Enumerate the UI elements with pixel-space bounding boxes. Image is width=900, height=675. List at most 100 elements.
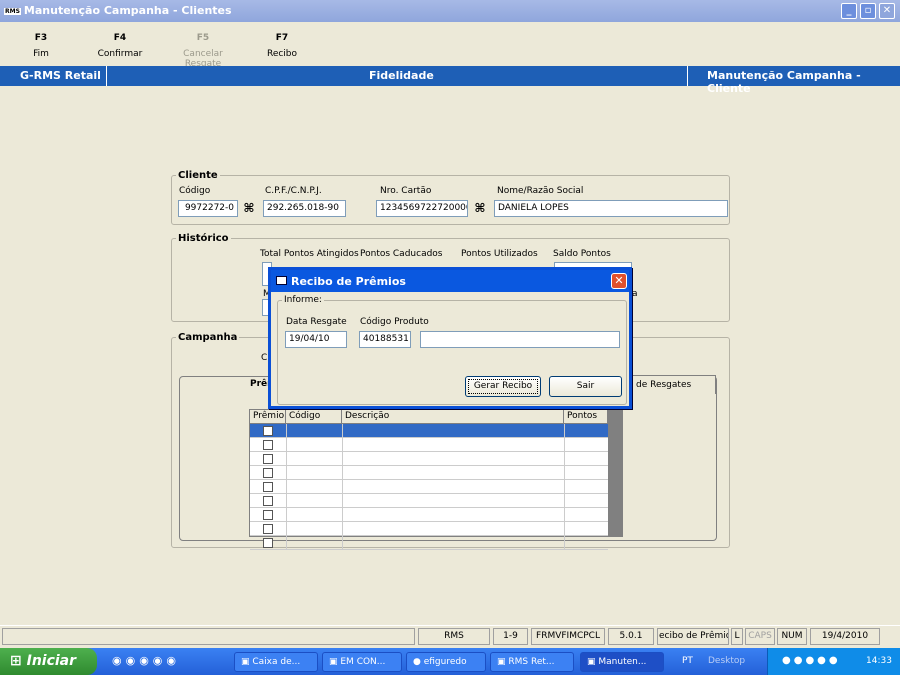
- desktop-toolbar[interactable]: Desktop: [708, 656, 745, 666]
- task-em-con[interactable]: ▣ EM CON...: [322, 652, 402, 672]
- premios-grid[interactable]: Prêmio Código Descrição Pontos: [249, 409, 623, 550]
- status-date: 19/4/2010: [810, 628, 880, 645]
- table-row[interactable]: [250, 480, 608, 494]
- col-descricao: Descrição: [342, 410, 564, 424]
- cpf-field[interactable]: 292.265.018-90: [263, 200, 346, 217]
- grid-line: [286, 424, 287, 438]
- table-row[interactable]: [250, 508, 608, 522]
- grid-line: [342, 536, 343, 550]
- codigo-produto-field[interactable]: 40188531: [359, 331, 411, 348]
- premio-checkbox[interactable]: [263, 426, 273, 436]
- window-title: Manutenção Campanha - Clientes: [23, 4, 232, 17]
- campanha-legend: Campanha: [178, 332, 238, 343]
- grid-line: [286, 480, 287, 494]
- close-button[interactable]: ✕: [879, 3, 895, 19]
- status-cell: 1-9: [493, 628, 528, 645]
- grid-line: [564, 480, 565, 494]
- premio-checkbox[interactable]: [263, 468, 273, 478]
- grid-line: [564, 466, 565, 480]
- grid-line: [286, 536, 287, 550]
- table-row[interactable]: [250, 466, 608, 480]
- minimize-button[interactable]: _: [841, 3, 857, 19]
- table-row[interactable]: [250, 494, 608, 508]
- informe-legend: Informe:: [284, 295, 322, 305]
- task-rms-retail[interactable]: ▣ RMS Ret...: [490, 652, 574, 672]
- historico-a-label: a: [632, 289, 638, 299]
- grid-line: [342, 508, 343, 522]
- fkey-f7-button[interactable]: F7 Recibo: [252, 33, 312, 59]
- cartao-field[interactable]: 1234569722720000: [376, 200, 468, 217]
- historico-legend: Histórico: [178, 233, 229, 244]
- premio-checkbox[interactable]: [263, 496, 273, 506]
- grid-line: [342, 424, 343, 438]
- grid-line: [564, 452, 565, 466]
- data-resgate-label: Data Resgate: [286, 317, 347, 327]
- sair-button[interactable]: Sair: [549, 376, 622, 397]
- col-pontos: Pontos: [564, 410, 608, 424]
- grid-line: [342, 494, 343, 508]
- premio-checkbox[interactable]: [263, 538, 273, 548]
- total-pontos-label: Total Pontos Atingidos: [260, 249, 359, 259]
- grid-line: [342, 480, 343, 494]
- nome-field[interactable]: DANIELA LOPES: [494, 200, 728, 217]
- cliente-legend: Cliente: [178, 170, 218, 181]
- grid-line: [286, 522, 287, 536]
- system-tray: ●●●●● 14:33: [767, 648, 900, 675]
- table-row[interactable]: [250, 424, 608, 438]
- fkey-f5-button: F5 Cancelar Resgate: [183, 33, 223, 69]
- premio-checkbox[interactable]: [263, 510, 273, 520]
- table-row[interactable]: [250, 438, 608, 452]
- fkey-f4-button[interactable]: F4 Confirmar: [90, 33, 150, 59]
- start-button[interactable]: ⊞ Iniciar: [0, 648, 97, 675]
- task-manutencao[interactable]: ▣ Manuten...: [580, 652, 664, 672]
- binoculars-icon[interactable]: ⌘: [473, 201, 487, 215]
- gerar-recibo-button[interactable]: Gerar Recibo: [465, 376, 541, 397]
- status-cell: 5.0.1: [608, 628, 654, 645]
- quick-launch-icons[interactable]: ◉◉◉◉◉: [112, 654, 180, 667]
- maximize-button[interactable]: ▫: [860, 3, 876, 19]
- grid-line: [342, 466, 343, 480]
- fkey-f3-button[interactable]: F3 Fim: [11, 33, 71, 59]
- language-indicator[interactable]: PT: [682, 656, 693, 666]
- task-efiguredo[interactable]: ● efiguredo: [406, 652, 486, 672]
- dialog-title: Recibo de Prêmios: [291, 275, 406, 288]
- table-row[interactable]: [250, 522, 608, 536]
- data-resgate-field[interactable]: 19/04/10: [285, 331, 347, 348]
- status-cell: ecibo de Prêmio: [657, 628, 729, 645]
- premio-checkbox[interactable]: [263, 524, 273, 534]
- saldo-pontos-label: Saldo Pontos: [553, 249, 611, 259]
- caps-indicator: CAPS: [745, 628, 775, 645]
- grid-line: [286, 508, 287, 522]
- clock: 14:33: [866, 656, 892, 666]
- status-cell: FRMVFIMCPCL: [531, 628, 605, 645]
- grid-line: [342, 522, 343, 536]
- table-row[interactable]: [250, 536, 608, 550]
- pontos-caducados-label: Pontos Caducados: [360, 249, 443, 259]
- header-bar: G-RMS Retail Fidelidade Manutenção Campa…: [0, 66, 900, 95]
- dialog-close-icon[interactable]: ✕: [611, 273, 627, 289]
- header-left: G-RMS Retail: [20, 69, 101, 82]
- binoculars-icon[interactable]: ⌘: [242, 201, 256, 215]
- task-caixa[interactable]: ▣ Caixa de...: [234, 652, 318, 672]
- premio-checkbox[interactable]: [263, 440, 273, 450]
- cpf-label: C.P.F./C.N.P.J.: [265, 186, 322, 196]
- table-row[interactable]: [250, 452, 608, 466]
- grid-line: [286, 494, 287, 508]
- premio-checkbox[interactable]: [263, 482, 273, 492]
- status-bar: RMS 1-9 FRMVFIMCPCL 5.0.1 ecibo de Prêmi…: [0, 625, 900, 646]
- codigo-label: Código: [179, 186, 211, 196]
- grid-scrollbar[interactable]: [608, 410, 622, 536]
- status-cell: RMS: [418, 628, 490, 645]
- tray-icons[interactable]: ●●●●●: [782, 655, 841, 666]
- tab-resgates[interactable]: de Resgates: [629, 375, 716, 394]
- title-bar: RMS Manutenção Campanha - Clientes _ ▫ ✕: [0, 0, 900, 22]
- premio-checkbox[interactable]: [263, 454, 273, 464]
- pontos-utilizados-label: Pontos Utilizados: [461, 249, 538, 259]
- grid-line: [564, 536, 565, 550]
- grid-line: [286, 466, 287, 480]
- cartao-label: Nro. Cartão: [380, 186, 432, 196]
- grid-line: [564, 438, 565, 452]
- codigo-produto-label: Código Produto: [360, 317, 429, 327]
- col-premio: Prêmio: [250, 410, 286, 424]
- codigo-field[interactable]: 9972272-0: [178, 200, 238, 217]
